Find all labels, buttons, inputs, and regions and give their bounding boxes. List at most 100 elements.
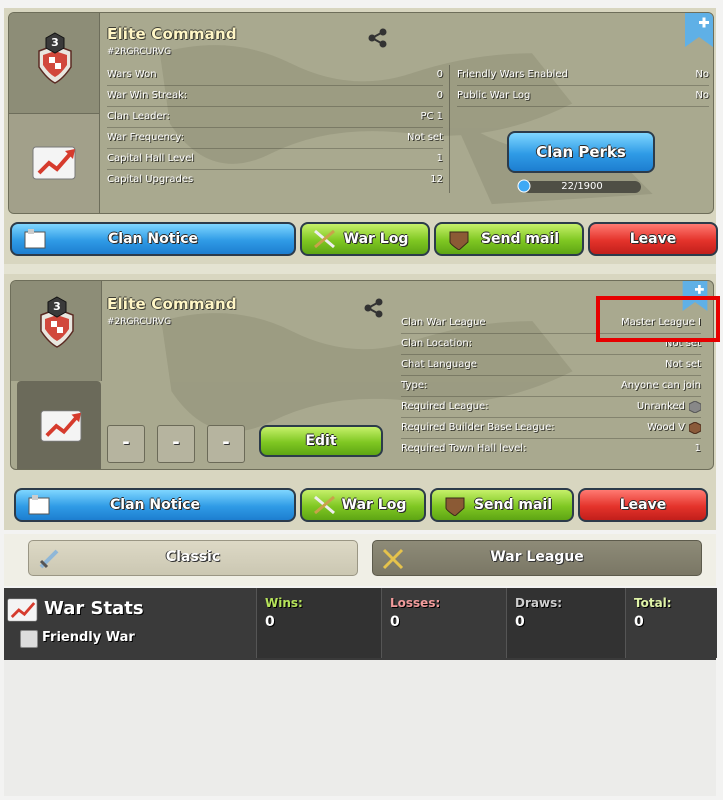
- info-row-clan-leader: Clan Leader: PC 1: [107, 107, 443, 128]
- button-label: Leave: [629, 231, 677, 247]
- draws-value: 0: [515, 614, 525, 630]
- tab-classic[interactable]: Classic: [28, 540, 358, 576]
- clan-name: Elite Command: [107, 25, 237, 43]
- clan-notice-button[interactable]: Clan Notice: [10, 222, 296, 256]
- draws-label: Draws:: [515, 596, 563, 610]
- friendly-war-label: Friendly War: [42, 630, 135, 645]
- info-row-wars-won: Wars Won 0: [107, 65, 443, 86]
- row-value: Not set: [407, 132, 443, 143]
- row-key: Clan Leader:: [107, 111, 170, 122]
- share-icon[interactable]: [363, 297, 385, 319]
- xp-progress-text: 22/1900: [561, 181, 603, 192]
- row-key: Clan Location:: [401, 338, 473, 349]
- edit-button[interactable]: Edit: [259, 425, 383, 457]
- war-log-button[interactable]: War Log: [300, 222, 430, 256]
- row-value: Anyone can join: [620, 380, 701, 391]
- info-row-capital-hall: Capital Hall Level 1: [107, 149, 443, 170]
- placeholder-slot-3: -: [207, 425, 245, 463]
- info-row-builder-base-league: Required Builder Base League: Wood V: [401, 418, 701, 439]
- tab-label: Classic: [165, 549, 221, 565]
- row-key: Clan War League: [401, 317, 486, 328]
- clan-notice-button[interactable]: Clan Notice: [14, 488, 296, 522]
- row-key: War Frequency:: [107, 132, 184, 143]
- button-label: War Log: [343, 231, 409, 247]
- column-divider: [449, 65, 450, 193]
- draws-column: Draws: 0: [506, 588, 625, 658]
- row-key: Capital Hall Level: [107, 153, 195, 164]
- row-value: PC 1: [420, 111, 443, 122]
- clan-tag: #2RGRCURVG: [107, 47, 172, 57]
- clan-level-number: 3: [51, 36, 59, 49]
- leave-button[interactable]: Leave: [588, 222, 718, 256]
- unranked-league-icon: [689, 401, 701, 413]
- row-value: Unranked: [636, 401, 685, 412]
- button-label: Clan Notice: [110, 497, 200, 513]
- info-row-public-war-log: Public War Log No: [457, 86, 709, 107]
- row-key: Required Builder Base League:: [401, 422, 555, 433]
- info-row-required-league: Required League: Unranked: [401, 397, 701, 418]
- info-row-town-hall-level: Required Town Hall level: 1: [401, 439, 701, 460]
- war-stats-panel: War Stats Friendly War Wins: 0 Losses: 0…: [4, 588, 717, 660]
- friendly-war-checkbox[interactable]: [20, 630, 38, 648]
- clan-level-number: 3: [53, 300, 61, 313]
- row-value: 1: [694, 443, 701, 454]
- wood-league-icon: [689, 422, 701, 434]
- row-value: 0: [436, 69, 443, 80]
- losses-label: Losses:: [390, 596, 441, 610]
- info-row-war-frequency: War Frequency: Not set: [107, 128, 443, 149]
- row-value: No: [695, 69, 709, 80]
- send-mail-button[interactable]: Send mail: [434, 222, 584, 256]
- row-value: 0: [436, 90, 443, 101]
- info-row-friendly-wars: Friendly Wars Enabled No: [457, 65, 709, 86]
- row-key: Chat Language: [401, 359, 477, 370]
- info-row-type: Type: Anyone can join: [401, 376, 701, 397]
- row-key: War Win Streak:: [107, 90, 188, 101]
- info-row-capital-upgrades: Capital Upgrades 12: [107, 170, 443, 191]
- wins-column: Wins: 0: [256, 588, 381, 658]
- row-value: 1: [436, 153, 443, 164]
- bookmark-plus-icon[interactable]: [685, 13, 713, 47]
- button-label: Send mail: [473, 497, 553, 513]
- button-label: Leave: [619, 497, 667, 513]
- war-log-button[interactable]: War Log: [300, 488, 426, 522]
- row-key: Type:: [401, 380, 428, 391]
- send-mail-button[interactable]: Send mail: [430, 488, 574, 522]
- tab-label: War League: [490, 549, 584, 565]
- total-column: Total: 0: [625, 588, 717, 658]
- total-value: 0: [634, 614, 644, 630]
- war-stats-title: War Stats: [44, 598, 144, 619]
- losses-value: 0: [390, 614, 400, 630]
- clan-perks-label: Clan Perks: [536, 143, 626, 161]
- clan-perks-button[interactable]: Clan Perks: [507, 131, 655, 173]
- wins-label: Wins:: [265, 596, 303, 610]
- panel-divider-strip: [4, 264, 716, 274]
- row-key: Public War Log: [457, 90, 531, 101]
- row-key: Required Town Hall level:: [401, 443, 527, 454]
- row-value: Wood V: [647, 422, 685, 433]
- placeholder-slot-2: -: [157, 425, 195, 463]
- clan-card-1: 3 Elite Command #2RGRCURVG Wars Won 0 War…: [8, 12, 714, 214]
- row-key: Wars Won: [107, 69, 157, 80]
- info-row-chat-language: Chat Language Not set: [401, 355, 701, 376]
- row-value: 12: [430, 174, 443, 185]
- clan-info-panel-1: 3 Elite Command #2RGRCURVG Wars Won 0 War…: [4, 8, 718, 264]
- leave-button[interactable]: Leave: [578, 488, 708, 522]
- clan-name: Elite Command: [107, 295, 237, 313]
- clan-tag: #2RGRCURVG: [107, 317, 172, 327]
- empty-list-area: [4, 660, 716, 796]
- row-key: Friendly Wars Enabled: [457, 69, 568, 80]
- info-row-win-streak: War Win Streak: 0: [107, 86, 443, 107]
- chart-stats-icon[interactable]: [31, 143, 79, 183]
- highlight-box: [596, 296, 720, 342]
- tab-war-league[interactable]: War League: [372, 540, 702, 576]
- button-label: Send mail: [480, 231, 560, 247]
- placeholder-slot-1: -: [107, 425, 145, 463]
- row-key: Required League:: [401, 401, 489, 412]
- row-value: No: [695, 90, 709, 101]
- losses-column: Losses: 0: [381, 588, 506, 658]
- row-value: Not set: [665, 359, 701, 370]
- share-icon[interactable]: [367, 27, 389, 49]
- chart-stats-icon[interactable]: [39, 407, 85, 445]
- total-label: Total:: [634, 596, 672, 610]
- button-label: War Log: [341, 497, 407, 513]
